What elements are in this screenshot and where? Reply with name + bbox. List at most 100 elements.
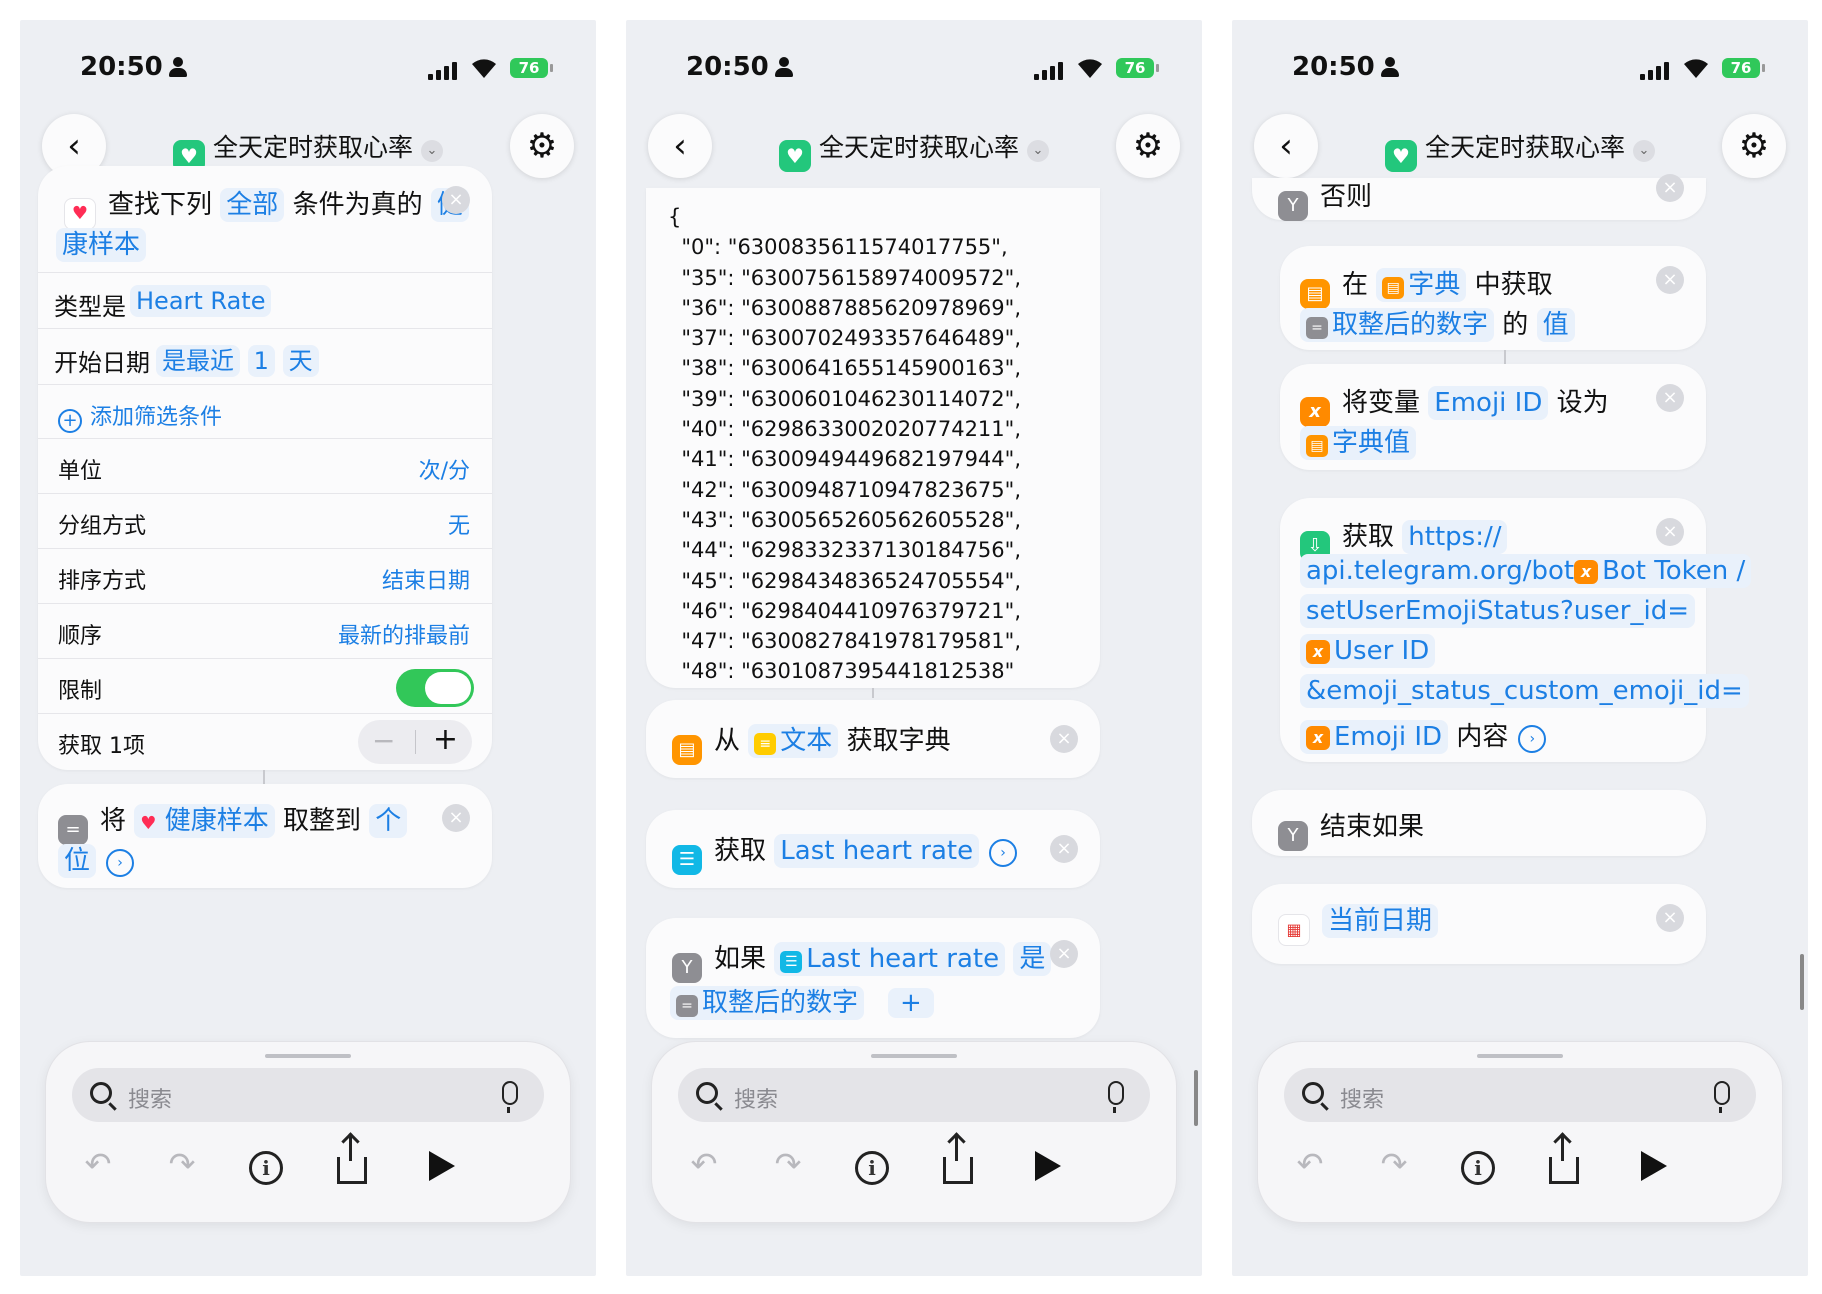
share-button[interactable]	[936, 1134, 980, 1186]
chevron-right-circle-icon[interactable]: ›	[106, 849, 135, 877]
delete-action-button[interactable]: ×	[1656, 384, 1684, 412]
text-content-card[interactable]: { "0": "6300835611574017755", "35": "630…	[646, 188, 1100, 688]
phone-screen-1: 20:50 76 ‹ ♥全天定时获取心率⌄ ⚙ ♥查找下列 全部 条件为真的 健…	[20, 20, 596, 1276]
redo-icon[interactable]: ↷	[1372, 1142, 1416, 1186]
type-filter-row[interactable]: 类型是 Heart Rate	[38, 272, 492, 329]
delete-action-button[interactable]: ×	[1050, 835, 1078, 863]
dictionary-value-variable[interactable]: ▤ 字典值	[1300, 426, 1417, 460]
run-button[interactable]	[1632, 1142, 1676, 1186]
share-button[interactable]	[1542, 1134, 1586, 1186]
order-row[interactable]: 顺序 最新的排最前	[38, 603, 492, 659]
dictionary-variable[interactable]: ▤ 字典	[1376, 268, 1467, 302]
search-field[interactable]: 搜索	[678, 1068, 1150, 1122]
type-value-token[interactable]: Heart Rate	[130, 285, 272, 317]
settings-button[interactable]: ⚙	[510, 114, 574, 178]
start-date-num-token[interactable]: 1	[247, 345, 275, 377]
all-token[interactable]: 全部	[220, 188, 285, 222]
drag-handle[interactable]	[871, 1054, 957, 1058]
settings-button[interactable]: ⚙	[1722, 114, 1786, 178]
delete-action-button[interactable]: ×	[442, 186, 470, 214]
undo-icon[interactable]: ↶	[682, 1142, 726, 1186]
sort-by-row[interactable]: 排序方式 结束日期	[38, 548, 492, 604]
variable-icon: ☰	[780, 951, 803, 973]
stepper-plus-button[interactable]: +	[433, 722, 458, 757]
drag-handle[interactable]	[1477, 1054, 1563, 1058]
is-operator-token[interactable]: 是	[1013, 942, 1052, 976]
current-date-card[interactable]: ▦ 当前日期 ×	[1252, 884, 1706, 964]
delete-action-button[interactable]: ×	[1050, 725, 1078, 753]
info-button[interactable]: i	[244, 1142, 288, 1186]
get-dictionary-card[interactable]: ▤ 从 ≡ 文本 获取字典 ×	[646, 700, 1100, 778]
scrollbar[interactable]	[1194, 1070, 1198, 1126]
delete-action-button[interactable]: ×	[1050, 940, 1078, 968]
json-line: "45": "6298434836524705554",	[668, 568, 1021, 593]
microphone-icon[interactable]	[1108, 1081, 1124, 1113]
info-icon: i	[249, 1151, 283, 1185]
emoji-id-variable-name[interactable]: Emoji ID	[1428, 386, 1549, 420]
run-button[interactable]	[1026, 1142, 1070, 1186]
unit-row[interactable]: 单位 次/分	[38, 438, 492, 494]
redo-icon[interactable]: ↷	[160, 1142, 204, 1186]
delete-action-button[interactable]: ×	[1656, 518, 1684, 546]
limit-toggle[interactable]	[396, 669, 474, 707]
last-heart-rate-variable[interactable]: Last heart rate	[774, 834, 980, 868]
user-id-variable[interactable]: x User ID	[1300, 634, 1436, 668]
chevron-right-circle-icon[interactable]: ›	[1518, 725, 1547, 753]
count-stepper[interactable]: − +	[358, 720, 472, 764]
url-token[interactable]: &emoji_status_custom_emoji_id=	[1300, 674, 1749, 708]
settings-button[interactable]: ⚙	[1116, 114, 1180, 178]
add-filter-button[interactable]: + 添加筛选条件	[38, 384, 492, 439]
url-token[interactable]: setUserEmojiStatus?user_id=	[1300, 594, 1695, 628]
start-date-filter-row[interactable]: 开始日期 是最近 1 天	[38, 328, 492, 385]
json-text[interactable]: { "0": "6300835611574017755", "35": "630…	[668, 202, 1021, 687]
info-button[interactable]: i	[1456, 1142, 1500, 1186]
start-date-unit-token[interactable]: 天	[282, 345, 319, 377]
gear-icon: ⚙	[526, 126, 558, 166]
start-date-op-token[interactable]: 是最近	[156, 345, 240, 377]
value-token[interactable]: 值	[1536, 308, 1575, 342]
get-dictionary-value-card[interactable]: ▤ 在 ▤ 字典 中获取 = 取整后的数字 的 值 ×	[1280, 246, 1706, 350]
drag-handle[interactable]	[265, 1054, 351, 1058]
microphone-icon[interactable]	[1714, 1081, 1730, 1113]
delete-action-button[interactable]: ×	[1656, 266, 1684, 294]
otherwise-card[interactable]: Y 否则 ×	[1252, 174, 1706, 221]
group-by-row[interactable]: 分组方式无	[38, 493, 492, 549]
health-sample-token-cont[interactable]: 康样本	[56, 228, 147, 262]
get-url-contents-card[interactable]: ⇩ 获取 https:// api.telegram.org/bot x Bot To…	[1280, 498, 1752, 762]
add-condition-button[interactable]: +	[888, 988, 934, 1018]
redo-icon[interactable]: ↷	[766, 1142, 810, 1186]
set-variable-card[interactable]: x 将变量 Emoji ID 设为 ▤ 字典值 ×	[1280, 364, 1706, 470]
delete-action-button[interactable]: ×	[1656, 904, 1684, 932]
undo-icon[interactable]: ↶	[76, 1142, 120, 1186]
search-field[interactable]: 搜索	[1284, 1068, 1756, 1122]
rounding-token[interactable]: 个	[369, 804, 408, 838]
delete-action-button[interactable]: ×	[442, 804, 470, 832]
url-token[interactable]: api.telegram.org/bot x Bot Token /	[1300, 554, 1752, 588]
microphone-icon[interactable]	[502, 1081, 518, 1113]
run-button[interactable]	[420, 1142, 464, 1186]
last-heart-rate-variable[interactable]: ☰ Last heart rate	[774, 942, 1006, 976]
current-date-token[interactable]: 当前日期	[1322, 904, 1439, 938]
rounded-number-variable[interactable]: = 取整后的数字	[1300, 308, 1495, 342]
chevron-right-circle-icon[interactable]: ›	[989, 839, 1018, 867]
end-if-card[interactable]: Y 结束如果	[1252, 790, 1706, 856]
emoji-id-variable[interactable]: x Emoji ID	[1300, 720, 1449, 754]
find-health-samples-card[interactable]: ♥查找下列 全部 条件为真的 健 康样本 × 类型是Heart Rate 开始日…	[38, 166, 492, 770]
round-number-card[interactable]: = 将 ♥ 健康样本 取整到 个 位 › ×	[38, 784, 492, 888]
delete-action-button[interactable]: ×	[1656, 174, 1684, 202]
scrollbar[interactable]	[1800, 954, 1804, 1010]
rounded-number-variable[interactable]: = 取整后的数字	[670, 986, 865, 1020]
info-button[interactable]: i	[850, 1142, 894, 1186]
url-token[interactable]: https://	[1402, 520, 1508, 554]
person-icon	[774, 57, 793, 77]
stepper-minus-button[interactable]: −	[372, 724, 395, 757]
branch-icon: Y	[1278, 821, 1308, 851]
share-button[interactable]	[330, 1134, 374, 1186]
undo-icon[interactable]: ↶	[1288, 1142, 1332, 1186]
if-condition-card[interactable]: Y 如果 ☰ Last heart rate 是 = 取整后的数字 + ×	[646, 918, 1100, 1038]
rounding-token-cont[interactable]: 位	[58, 844, 97, 878]
text-variable[interactable]: ≡ 文本	[748, 724, 839, 758]
get-variable-card[interactable]: ☰ 获取 Last heart rate › ×	[646, 810, 1100, 888]
search-field[interactable]: 搜索	[72, 1068, 544, 1122]
health-sample-variable[interactable]: ♥ 健康样本	[134, 804, 275, 838]
